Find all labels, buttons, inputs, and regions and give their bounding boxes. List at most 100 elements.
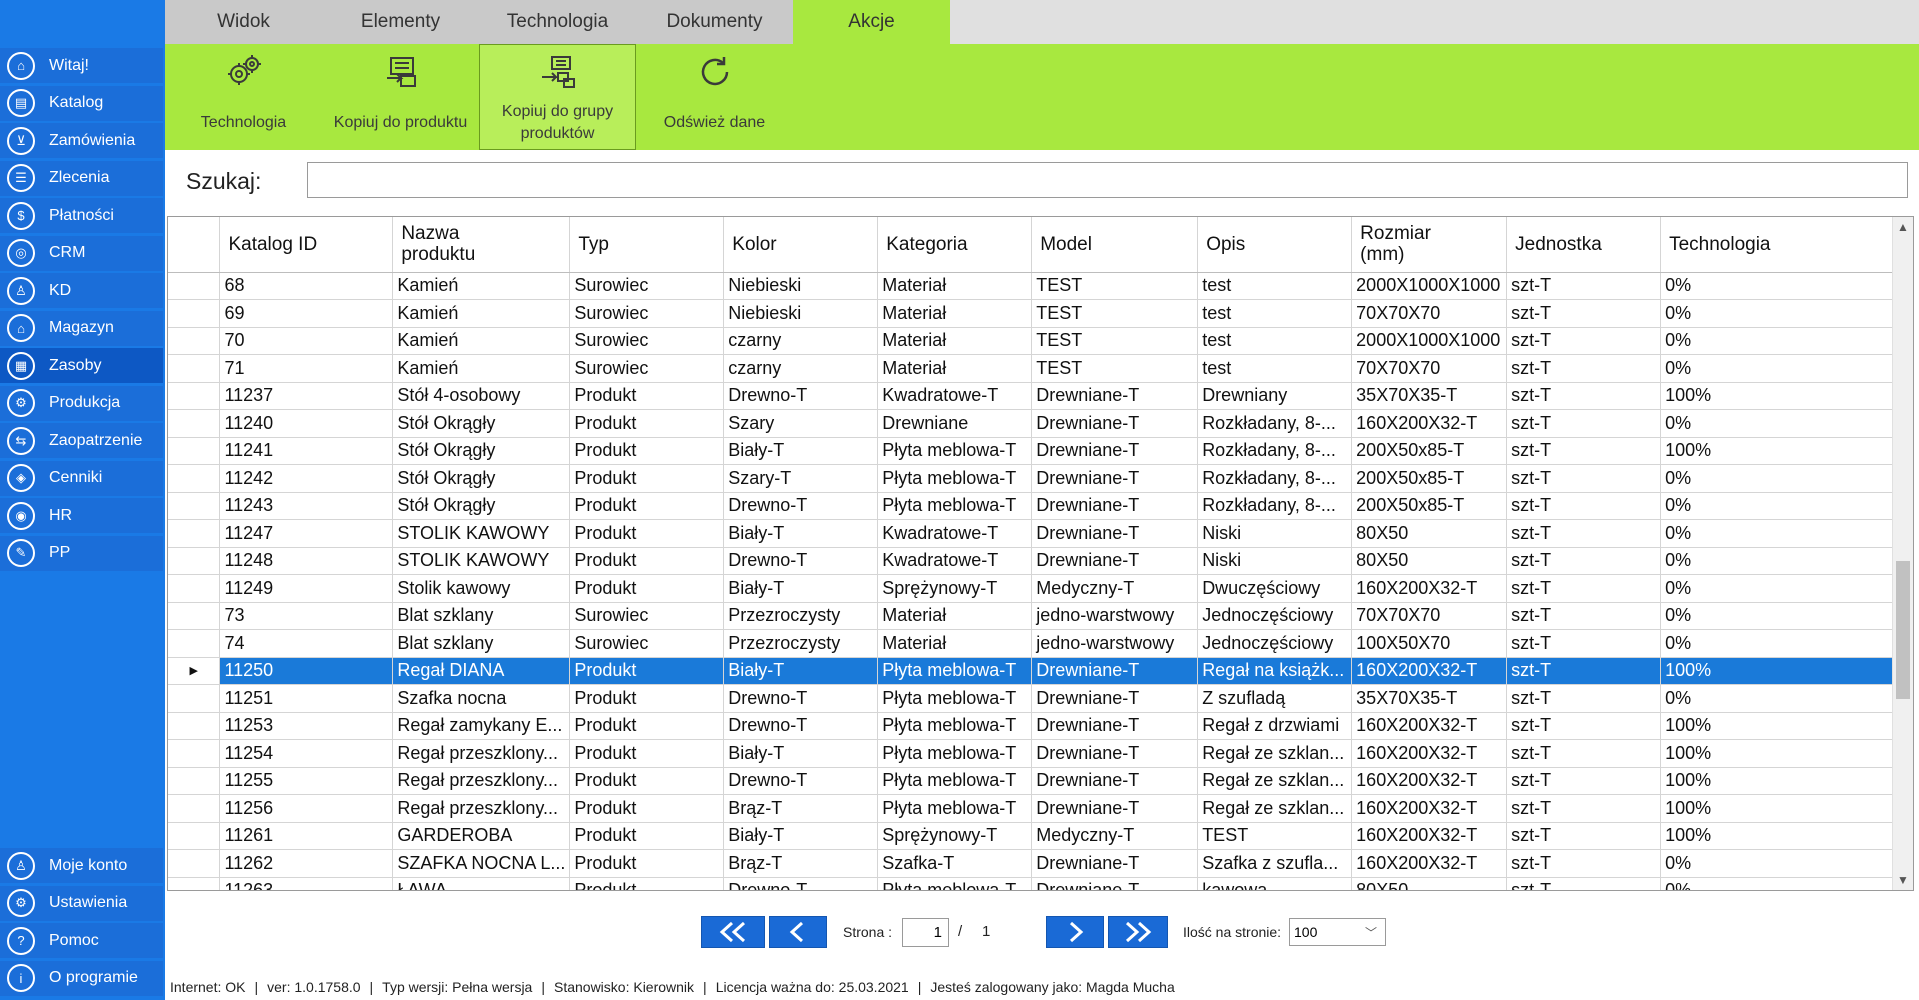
table-cell[interactable]: Regał z drzwiami	[1197, 712, 1353, 740]
table-cell[interactable]: Jednoczęściowy	[1197, 629, 1353, 658]
table-cell[interactable]: 70	[219, 327, 394, 355]
sidebar-item-hr[interactable]: ◉ HR	[0, 498, 163, 533]
table-cell[interactable]: Drewniane-T	[1031, 382, 1199, 410]
column-header[interactable]: Katalog ID	[219, 217, 394, 273]
table-cell[interactable]: Drewno-T	[723, 767, 879, 795]
row-header[interactable]	[168, 327, 221, 355]
sidebar-item-crm[interactable]: ◎ CRM	[0, 235, 163, 271]
table-cell[interactable]: 200X50x85-T	[1351, 437, 1508, 465]
table-row[interactable]: 11241 Stół Okrągły Produkt Biały-T Płyta meb…	[168, 437, 1913, 465]
sidebar-item-pomoc[interactable]: ? Pomoc	[0, 923, 163, 958]
table-row[interactable]: 11253 Regał zamykany E... Produkt Drewno-T P…	[168, 712, 1913, 740]
table-cell[interactable]: 80X50	[1351, 547, 1508, 575]
table-cell[interactable]: Przezroczysty	[723, 629, 879, 658]
table-cell[interactable]: TEST	[1197, 822, 1353, 850]
table-cell[interactable]: Surowiec	[569, 629, 725, 658]
table-cell[interactable]: Płyta meblowa-T	[877, 684, 1033, 713]
table-cell[interactable]: Materiał	[877, 299, 1033, 328]
table-cell[interactable]: 100%	[1660, 437, 1896, 465]
table-row[interactable]: 11256 Regał przeszklony... Produkt Brąz-T Pł…	[168, 794, 1913, 823]
table-cell[interactable]: szt-T	[1506, 382, 1662, 410]
table-cell[interactable]: Przezroczysty	[723, 602, 879, 630]
table-cell[interactable]: Regał ze szklan...	[1197, 739, 1353, 768]
table-row[interactable]: 11249 Stolik kawowy Produkt Biały-T Sprężyno…	[168, 574, 1913, 603]
table-cell[interactable]: TEST	[1031, 354, 1199, 383]
table-cell[interactable]: Szary-T	[723, 464, 879, 493]
row-header[interactable]	[168, 354, 221, 383]
table-cell[interactable]: Płyta meblowa-T	[877, 739, 1033, 768]
table-cell[interactable]: 11255	[219, 767, 394, 795]
table-cell[interactable]: Kwadratowe-T	[877, 547, 1033, 575]
table-cell[interactable]: 160X200X32-T	[1351, 822, 1508, 850]
table-row[interactable]: 11261 GARDEROBA Produkt Biały-T Sprężynowy-T…	[168, 822, 1913, 850]
table-cell[interactable]: 100%	[1660, 822, 1896, 850]
table-cell[interactable]: 80X50	[1351, 519, 1508, 548]
row-header[interactable]	[168, 629, 221, 658]
row-header[interactable]	[168, 849, 221, 878]
table-cell[interactable]: STOLIK KAWOWY	[392, 547, 571, 575]
table-row[interactable]: 11237 Stół 4-osobowy Produkt Drewno-T Kwadra…	[168, 382, 1913, 410]
table-cell[interactable]: Brąz-T	[723, 794, 879, 823]
table-cell[interactable]: 11249	[219, 574, 394, 603]
table-cell[interactable]: TEST	[1031, 327, 1199, 355]
table-cell[interactable]: Drewniane-T	[1031, 849, 1199, 878]
table-cell[interactable]: Płyta meblowa-T	[877, 464, 1033, 493]
table-cell[interactable]: jedno-warstwowy	[1031, 629, 1199, 658]
sidebar-item-ustawienia[interactable]: ⚙ Ustawienia	[0, 885, 163, 921]
table-cell[interactable]: 160X200X32-T	[1351, 657, 1508, 685]
table-cell[interactable]: Blat szklany	[392, 602, 571, 630]
table-cell[interactable]: 100%	[1660, 739, 1896, 768]
per-page-select[interactable]: 100 ﹀	[1289, 918, 1386, 946]
row-header[interactable]	[168, 409, 221, 438]
table-row[interactable]: 11247 STOLIK KAWOWY Produkt Biały-T Kwadrato…	[168, 519, 1913, 548]
column-header[interactable]: Jednostka	[1506, 217, 1662, 273]
prev-page-button[interactable]	[769, 916, 827, 948]
sidebar-item-płatności[interactable]: $ Płatności	[0, 198, 163, 233]
table-cell[interactable]: 11261	[219, 822, 394, 850]
table-cell[interactable]: Materiał	[877, 327, 1033, 355]
table-cell[interactable]: 71	[219, 354, 394, 383]
table-cell[interactable]: 0%	[1660, 272, 1896, 300]
table-cell[interactable]: Kamień	[392, 299, 571, 328]
table-cell[interactable]: 0%	[1660, 409, 1896, 438]
table-cell[interactable]: 0%	[1660, 602, 1896, 630]
table-cell[interactable]: Szafka z szufla...	[1197, 849, 1353, 878]
table-cell[interactable]: Regał przeszklony...	[392, 739, 571, 768]
table-cell[interactable]: 11240	[219, 409, 394, 438]
table-cell[interactable]: 200X50x85-T	[1351, 492, 1508, 520]
table-cell[interactable]: Rozkładany, 8-...	[1197, 437, 1353, 465]
table-cell[interactable]: Produkt	[569, 877, 725, 890]
sidebar-item-zasoby[interactable]: ▦ Zasoby	[0, 348, 163, 383]
table-cell[interactable]: 160X200X32-T	[1351, 767, 1508, 795]
table-cell[interactable]: Biały-T	[723, 657, 879, 685]
scroll-down-icon[interactable]: ▼	[1893, 870, 1913, 890]
scrollbar-thumb[interactable]	[1896, 561, 1910, 699]
table-row[interactable]: 11240 Stół Okrągły Produkt Szary Drewniane Dr…	[168, 409, 1913, 438]
row-header[interactable]	[168, 492, 221, 520]
table-cell[interactable]: 0%	[1660, 877, 1896, 890]
table-cell[interactable]: Drewno-T	[723, 684, 879, 713]
table-row[interactable]: 68 Kamień Surowiec Niebieski Materiał TEST tes…	[168, 272, 1913, 300]
table-cell[interactable]: szt-T	[1506, 299, 1662, 328]
table-cell[interactable]: 0%	[1660, 684, 1896, 713]
table-cell[interactable]: 74	[219, 629, 394, 658]
table-cell[interactable]: Regał ze szklan...	[1197, 767, 1353, 795]
row-header[interactable]	[168, 299, 221, 328]
table-cell[interactable]: 35X70X35-T	[1351, 684, 1508, 713]
table-cell[interactable]: Niski	[1197, 519, 1353, 548]
table-cell[interactable]: Materiał	[877, 629, 1033, 658]
table-cell[interactable]: 0%	[1660, 492, 1896, 520]
column-header[interactable]: Opis	[1197, 217, 1353, 273]
table-cell[interactable]: Regał ze szklan...	[1197, 794, 1353, 823]
table-cell[interactable]: 100X50X70	[1351, 629, 1508, 658]
table-cell[interactable]: Drewniane-T	[1031, 464, 1199, 493]
vertical-scrollbar[interactable]: ▲ ▼	[1892, 217, 1913, 890]
table-row[interactable]: 71 Kamień Surowiec czarny Materiał TEST test 70…	[168, 354, 1913, 383]
row-header[interactable]	[168, 382, 221, 410]
sidebar-item-katalog[interactable]: ▤ Katalog	[0, 85, 163, 121]
table-cell[interactable]: Płyta meblowa-T	[877, 657, 1033, 685]
table-cell[interactable]: Medyczny-T	[1031, 574, 1199, 603]
table-cell[interactable]: Drewno-T	[723, 877, 879, 890]
row-header[interactable]	[168, 574, 221, 603]
table-cell[interactable]: Surowiec	[569, 327, 725, 355]
